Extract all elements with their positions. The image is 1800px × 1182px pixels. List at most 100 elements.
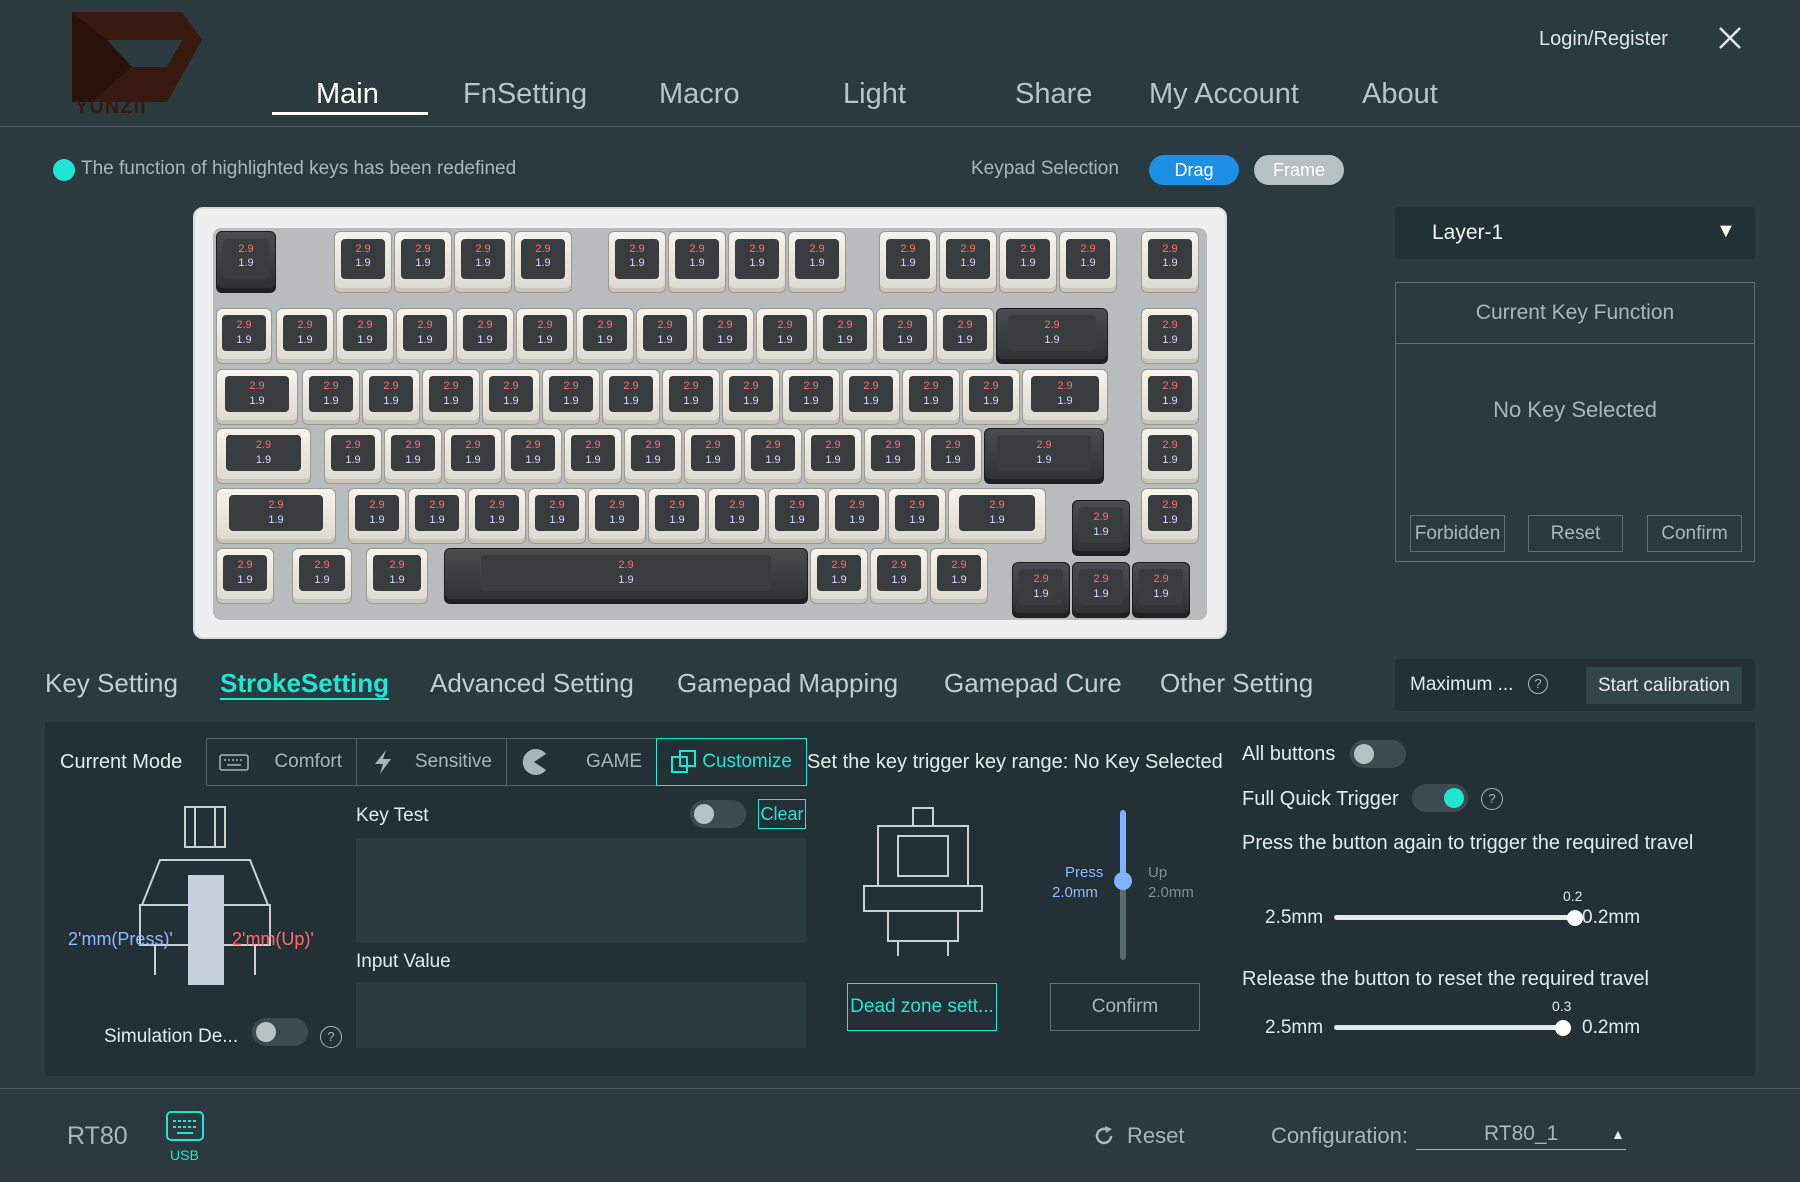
triangle-up-icon[interactable]: ▲ [1611,1126,1625,1142]
keyboard-key[interactable]: 2.9 1.9 [728,231,786,293]
keyboard-key[interactable]: 2.9 1.9 [864,428,922,484]
press-again-slider-track[interactable] [1334,915,1574,920]
keyboard-key[interactable]: 2.9 1.9 [768,488,826,544]
nav-tab-light[interactable]: Light [843,78,906,111]
login-register-link[interactable]: Login/Register [1539,28,1668,51]
simulation-toggle[interactable] [252,1018,308,1046]
keyboard-key[interactable]: 2.9 1.9 [302,369,360,425]
nav-tab-main[interactable]: Main [316,78,379,111]
keyboard-key[interactable]: 2.9 1.9 [216,231,276,293]
nav-tab-share[interactable]: Share [1015,78,1092,111]
keyboard-key[interactable]: 2.9 1.9 [1059,231,1117,293]
tab-gamepad-cure[interactable]: Gamepad Cure [944,668,1122,699]
help-icon[interactable]: ? [1528,674,1548,694]
close-icon[interactable] [1716,24,1744,52]
dead-zone-settings-button[interactable]: Dead zone sett... [847,983,997,1031]
keyboard-key[interactable]: 2.9 1.9 [924,428,982,484]
help-icon[interactable]: ? [320,1026,342,1048]
keyboard-key[interactable]: 2.9 1.9 [684,428,742,484]
keyboard-key[interactable]: 2.9 1.9 [444,428,502,484]
keyboard-key[interactable]: 2.9 1.9 [324,428,382,484]
keyboard-key[interactable]: 2.9 1.9 [939,231,997,293]
nav-tab-macro[interactable]: Macro [659,78,740,111]
keyboard-key[interactable]: 2.9 1.9 [1072,500,1130,556]
keyboard-key[interactable]: 2.9 1.9 [588,488,646,544]
keyboard-key[interactable]: 2.9 1.9 [394,231,452,293]
mode-comfort-button[interactable]: Comfort [206,738,357,786]
keyboard-key[interactable]: 2.9 1.9 [384,428,442,484]
confirm-key-button[interactable]: Confirm [1647,515,1742,552]
keyboard-key[interactable]: 2.9 1.9 [292,548,352,604]
keyboard-key[interactable]: 2.9 1.9 [744,428,802,484]
reset-button[interactable]: Reset [1127,1123,1184,1149]
keyboard-key[interactable]: 2.9 1.9 [842,369,900,425]
keyboard-key[interactable]: 2.9 1.9 [1012,562,1070,618]
keyboard-key[interactable]: 2.9 1.9 [564,428,622,484]
keyboard-key[interactable]: 2.9 1.9 [722,369,780,425]
keyboard-key[interactable]: 2.9 1.9 [514,231,572,293]
refresh-icon[interactable] [1092,1124,1116,1148]
keyboard-key[interactable]: 2.9 1.9 [482,369,540,425]
keyboard-key[interactable]: 2.9 1.9 [362,369,420,425]
tab-gamepad-mapping[interactable]: Gamepad Mapping [677,668,898,699]
keyboard-key[interactable]: 2.9 1.9 [216,548,274,604]
keyboard-key[interactable]: 2.9 1.9 [662,369,720,425]
keyboard-key[interactable]: 2.9 1.9 [528,488,586,544]
keyboard-key[interactable]: 2.9 1.9 [708,488,766,544]
keyboard-key[interactable]: 2.9 1.9 [930,548,988,604]
help-icon[interactable]: ? [1481,788,1503,810]
keyboard-key[interactable]: 2.9 1.9 [336,308,394,364]
keyboard-key[interactable]: 2.9 1.9 [216,488,336,544]
press-again-slider-knob[interactable] [1567,910,1583,926]
keyboard-key[interactable]: 2.9 1.9 [996,308,1108,364]
keyboard-key[interactable]: 2.9 1.9 [1141,428,1199,484]
keyboard-key[interactable]: 2.9 1.9 [804,428,862,484]
keyboard-key[interactable]: 2.9 1.9 [334,231,392,293]
keyboard-key[interactable]: 2.9 1.9 [542,369,600,425]
keyboard-key[interactable]: 2.9 1.9 [602,369,660,425]
keyboard-key[interactable]: 2.9 1.9 [936,308,994,364]
keyboard-key[interactable]: 2.9 1.9 [756,308,814,364]
keyboard-key[interactable]: 2.9 1.9 [1141,488,1199,544]
keyboard-key[interactable]: 2.9 1.9 [1141,308,1199,364]
keyboard-key[interactable]: 2.9 1.9 [576,308,634,364]
keyboard-key[interactable]: 2.9 1.9 [504,428,562,484]
tab-advanced-setting[interactable]: Advanced Setting [430,668,634,699]
keyboard-key[interactable]: 2.9 1.9 [516,308,574,364]
keyboard-key[interactable]: 2.9 1.9 [216,428,311,484]
start-calibration-button[interactable]: Start calibration [1586,667,1742,704]
keyboard-key[interactable]: 2.9 1.9 [396,308,454,364]
frame-button[interactable]: Frame [1254,155,1344,185]
forbidden-button[interactable]: Forbidden [1410,515,1505,552]
keyboard-key[interactable]: 2.9 1.9 [1022,369,1108,425]
tab-key-setting[interactable]: Key Setting [45,668,178,699]
release-slider-knob[interactable] [1555,1020,1571,1036]
keyboard-key[interactable]: 2.9 1.9 [696,308,754,364]
drag-button[interactable]: Drag [1149,155,1239,185]
keyboard-key[interactable]: 2.9 1.9 [636,308,694,364]
keyboard-key[interactable]: 2.9 1.9 [1141,231,1199,293]
release-slider-track[interactable] [1334,1025,1564,1030]
keyboard-key[interactable]: 2.9 1.9 [870,548,928,604]
keyboard-key[interactable]: 2.9 1.9 [828,488,886,544]
mode-sensitive-button[interactable]: Sensitive [356,738,507,786]
keyboard-key[interactable]: 2.9 1.9 [888,488,946,544]
travel-slider-knob[interactable] [1114,872,1132,890]
keyboard-key[interactable]: 2.9 1.9 [999,231,1057,293]
keyboard-key[interactable]: 2.9 1.9 [468,488,526,544]
keyboard-key[interactable]: 2.9 1.9 [1132,562,1190,618]
nav-tab-my-account[interactable]: My Account [1149,78,1299,111]
keyboard-key[interactable]: 2.9 1.9 [624,428,682,484]
keyboard-key[interactable]: 2.9 1.9 [902,369,960,425]
keyboard-key[interactable]: 2.9 1.9 [788,231,846,293]
keyboard-key[interactable]: 2.9 1.9 [276,308,334,364]
mode-game-button[interactable]: GAME [506,738,657,786]
reset-key-button[interactable]: Reset [1528,515,1623,552]
keyboard-key[interactable]: 2.9 1.9 [810,548,868,604]
keyboard-key[interactable]: 2.9 1.9 [876,308,934,364]
tab-stroke-setting[interactable]: StrokeSetting [220,668,389,699]
keyboard-key[interactable]: 2.9 1.9 [408,488,466,544]
keyboard-key[interactable]: 2.9 1.9 [1141,369,1199,425]
keyboard-key[interactable]: 2.9 1.9 [422,369,480,425]
keyboard-key[interactable]: 2.9 1.9 [816,308,874,364]
